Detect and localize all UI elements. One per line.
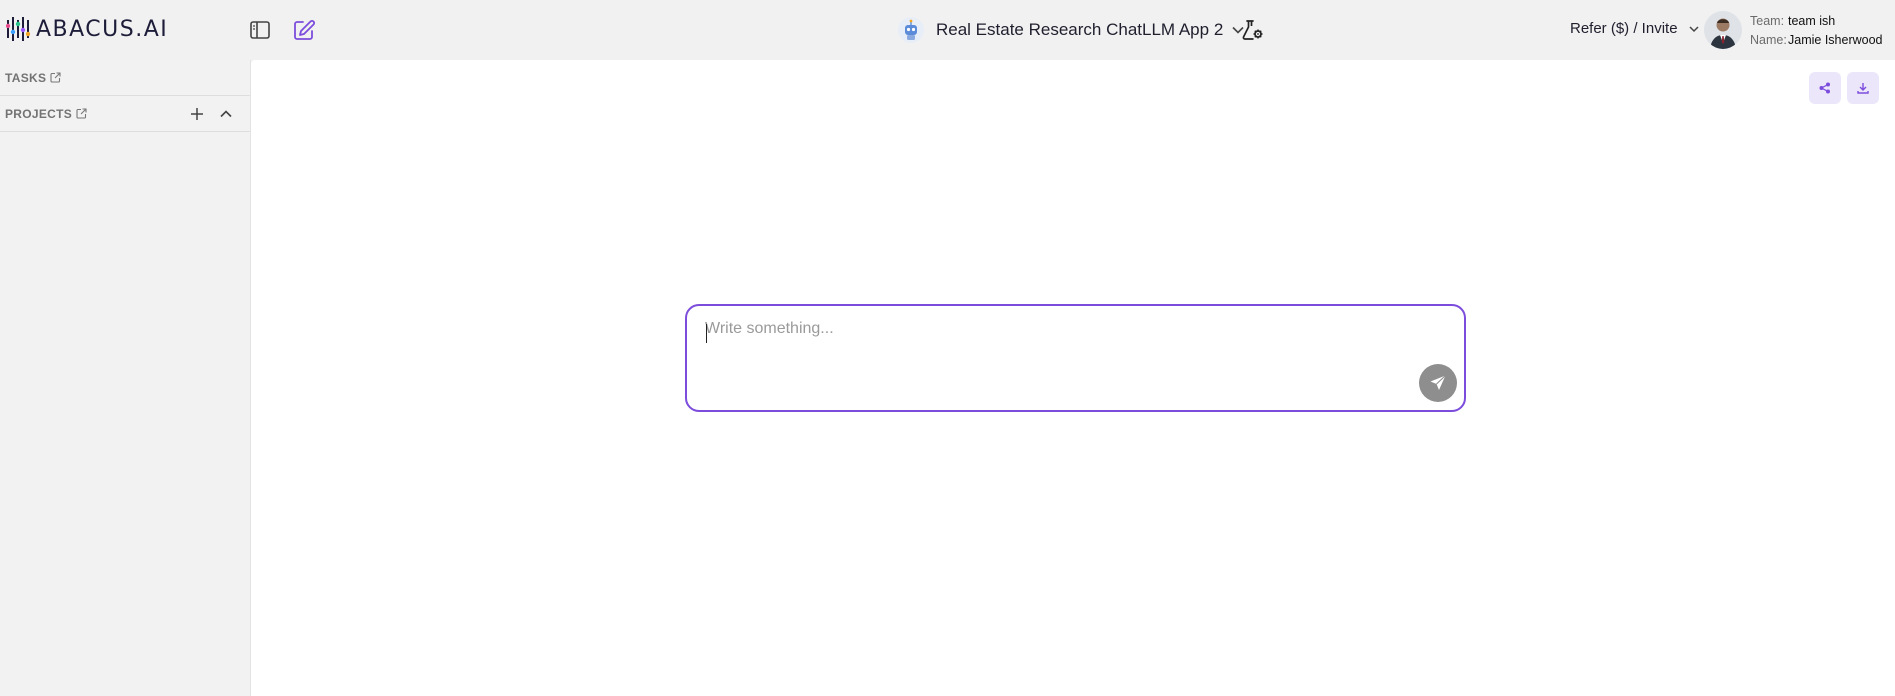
logo-text: ABACUS.AI [36, 16, 169, 42]
sidebar-projects-row: PROJECTS [0, 96, 250, 132]
name-value: Jamie Isherwood [1788, 33, 1883, 47]
send-button[interactable] [1419, 364, 1457, 402]
robot-icon [896, 15, 926, 45]
main-panel [251, 60, 1895, 696]
collapse-projects-button[interactable] [217, 105, 235, 123]
chevron-down-icon [1689, 25, 1699, 32]
refer-invite-dropdown[interactable]: Refer ($) / Invite [1570, 20, 1700, 37]
name-key: Name: [1750, 33, 1787, 47]
app-selector[interactable]: Real Estate Research ChatLLM App 2 [896, 14, 1245, 46]
download-icon [1857, 83, 1869, 94]
team-key: Team: [1750, 14, 1785, 28]
projects-link[interactable]: PROJECTS [5, 107, 72, 121]
add-project-button[interactable] [188, 105, 206, 123]
download-button[interactable] [1847, 72, 1879, 104]
sidebar-toggle-icon [250, 21, 270, 39]
abacus-logo-mark-icon [6, 17, 30, 41]
sidebar-toggle-button[interactable] [246, 16, 274, 44]
refer-invite-label: Refer ($) / Invite [1570, 20, 1678, 37]
abacus-logo[interactable]: ABACUS.AI [6, 16, 168, 42]
team-value: team ish [1788, 14, 1836, 28]
message-input[interactable] [705, 320, 1425, 380]
chat-composer [685, 304, 1466, 412]
avatar[interactable] [1704, 11, 1742, 49]
app-name: Real Estate Research ChatLLM App 2 [936, 20, 1224, 39]
share-icon [1819, 82, 1830, 94]
sidebar: TASKS PROJECTS [0, 60, 251, 696]
plus-icon [191, 108, 203, 120]
sidebar-tasks-row: TASKS [0, 60, 250, 96]
user-info: Team: team ish Name:Jamie Isherwood [1750, 12, 1883, 50]
text-caret [706, 324, 707, 343]
send-icon [1430, 375, 1446, 390]
edit-icon [294, 20, 315, 40]
new-chat-button[interactable] [290, 16, 318, 44]
lab-settings-button[interactable] [1240, 17, 1266, 43]
external-link-icon[interactable] [50, 72, 61, 83]
share-button[interactable] [1809, 72, 1841, 104]
flask-settings-icon [1242, 20, 1263, 40]
chevron-up-icon [220, 110, 232, 118]
top-bar: ABACUS.AI Real Estate Research ChatLLM A… [0, 0, 1895, 60]
tasks-link[interactable]: TASKS [5, 71, 46, 85]
external-link-icon[interactable] [76, 108, 87, 119]
